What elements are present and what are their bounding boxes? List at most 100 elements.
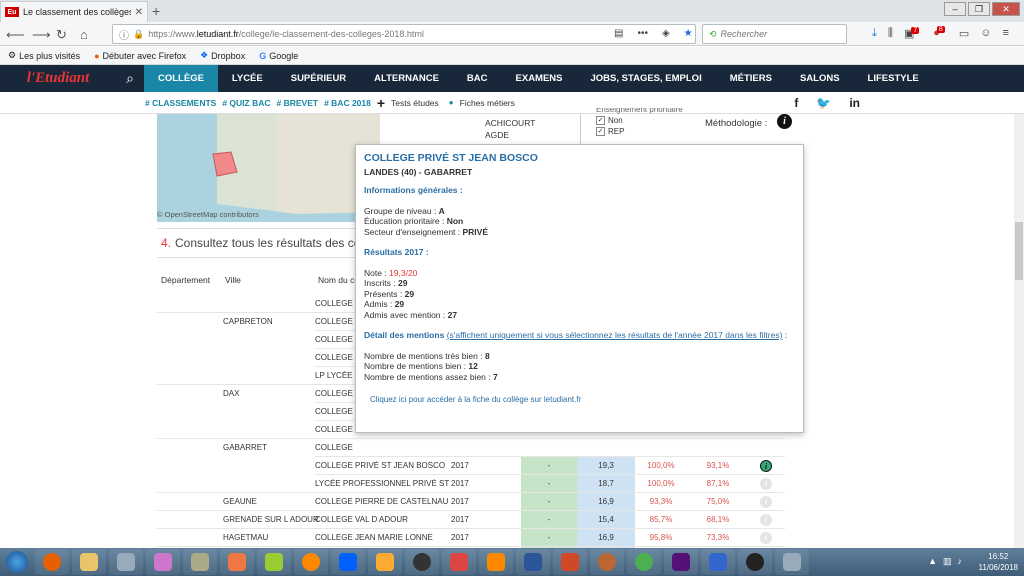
table-row[interactable]: GRENADE SUR L ADOUR COLLEGE VAL D ADOUR 20… <box>157 511 785 529</box>
map[interactable] <box>157 114 380 222</box>
site-info-icon[interactable]: ⓘ <box>119 27 129 42</box>
search-input[interactable] <box>720 29 831 39</box>
row-info-icon[interactable]: i <box>760 514 772 526</box>
site-logo[interactable]: l'Etudiant <box>0 65 116 92</box>
taskbar-app-4[interactable] <box>146 549 180 575</box>
taskbar-app-10[interactable] <box>368 549 402 575</box>
home-icon[interactable]: ⌂ <box>80 27 88 42</box>
bookmark-google[interactable]: G Google <box>259 51 298 61</box>
row-info-icon[interactable]: i <box>760 496 772 508</box>
taskbar-app-20[interactable] <box>738 549 772 575</box>
nav-jobs[interactable]: JOBS, STAGES, EMPLOI <box>577 65 716 92</box>
extension-icon-2[interactable]: ●8 <box>933 26 948 40</box>
library-icon[interactable]: ⫼ <box>888 27 893 40</box>
taskbar-app-6[interactable] <box>220 549 254 575</box>
nav-lifestyle[interactable]: LIFESTYLE <box>854 65 933 92</box>
popup-footer-link[interactable]: Cliquez ici pour accéder à la fiche du c… <box>370 395 795 406</box>
bookmark-dropbox[interactable]: ❖ Dropbox <box>200 50 245 61</box>
nav-lycee[interactable]: LYCÉE <box>218 65 277 92</box>
facebook-icon[interactable]: f <box>794 96 798 110</box>
taskbar-app-21[interactable] <box>775 549 809 575</box>
subnav-brevet[interactable]: # BREVET <box>277 98 319 108</box>
volume-icon[interactable]: ♪ <box>958 556 963 567</box>
menu-icon[interactable]: ≡ <box>1002 27 1008 40</box>
tab-close-icon[interactable]: ✕ <box>135 7 143 18</box>
filter-option[interactable]: ✓ Non <box>596 115 683 126</box>
taskbar-firefox[interactable] <box>35 549 69 575</box>
close-window-icon[interactable]: ✕ <box>992 2 1020 16</box>
nav-alternance[interactable]: ALTERNANCE <box>360 65 453 92</box>
nav-salons[interactable]: SALONS <box>786 65 854 92</box>
subnav-bac-2018[interactable]: # BAC 2018 <box>324 98 371 108</box>
table-row[interactable]: GEAUNE COLLEGE PIERRE DE CASTELNAU 2017 -16… <box>157 493 785 511</box>
taskbar-word[interactable] <box>516 549 550 575</box>
row-info-icon[interactable]: i <box>760 460 772 472</box>
taskbar-app-16[interactable] <box>590 549 624 575</box>
checkbox-checked-icon[interactable]: ✓ <box>596 116 605 126</box>
page-actions-icon[interactable]: ••• <box>637 28 648 39</box>
bookmark-star-icon[interactable]: ★ <box>684 28 693 39</box>
url-bar[interactable]: ⓘ 🔒 https://www. letudiant.fr/college/le-… <box>112 24 696 44</box>
col-header-departement[interactable]: Département <box>161 275 210 285</box>
subnav-fiches[interactable]: Fiches métiers <box>460 98 515 108</box>
table-row[interactable]: COLLEGE PRIVÉ ST JEAN BOSCO 2017 -19,3 100,… <box>157 457 785 475</box>
search-engine-icon[interactable]: ⟲ <box>709 29 717 40</box>
forward-icon[interactable]: ⟶ <box>32 27 51 43</box>
taskbar-explorer[interactable] <box>72 549 106 575</box>
search-bar[interactable]: ⟲ <box>702 24 847 44</box>
town-item[interactable]: ACHICOURT <box>485 117 535 129</box>
scrollbar-thumb[interactable] <box>1015 222 1023 280</box>
plus-icon[interactable]: + <box>377 95 385 111</box>
extension-icon-1[interactable]: ▣7 <box>904 27 922 40</box>
nav-metiers[interactable]: MÉTIERS <box>716 65 786 92</box>
nav-superieur[interactable]: SUPÉRIEUR <box>277 65 360 92</box>
bookmark-firefox[interactable]: ● Débuter avec Firefox <box>94 51 186 61</box>
filter-option[interactable]: ✓ REP <box>596 126 683 137</box>
taskbar-app-3[interactable] <box>109 549 143 575</box>
taskbar-chrome[interactable] <box>627 549 661 575</box>
page-scrollbar[interactable] <box>1014 114 1024 548</box>
linkedin-icon[interactable]: in <box>849 96 860 110</box>
taskbar-app-12[interactable] <box>442 549 476 575</box>
start-button[interactable] <box>2 549 32 575</box>
bookmark-most-visited[interactable]: ⚙ Les plus visités <box>8 50 80 61</box>
detail-note-link[interactable]: (s'affichent uniquement si vous sélectio… <box>447 330 783 340</box>
reload-icon[interactable]: ↻ <box>56 27 67 43</box>
network-icon[interactable]: ▥ <box>943 556 952 567</box>
taskbar-app-18[interactable] <box>664 549 698 575</box>
taskbar-app-8[interactable] <box>294 549 328 575</box>
download-icon[interactable]: ⤓ <box>872 27 877 40</box>
minimize-icon[interactable]: – <box>944 2 966 16</box>
checkbox-checked-icon[interactable]: ✓ <box>596 127 605 137</box>
table-row[interactable]: GABARRET COLLEGE <box>157 439 785 457</box>
table-row[interactable]: HAGETMAU COLLEGE JEAN MARIE LONNE 2017 -16,… <box>157 529 785 547</box>
tray-expand-icon[interactable]: ▲ <box>928 556 937 567</box>
methodology-info-icon[interactable]: i <box>777 114 792 129</box>
maximize-icon[interactable]: ❐ <box>968 2 990 16</box>
subnav-classements[interactable]: # CLASSEMENTS <box>145 98 216 108</box>
subnav-quiz-bac[interactable]: # QUIZ BAC <box>222 98 270 108</box>
row-info-icon[interactable]: i <box>760 532 772 544</box>
taskbar-powerpoint[interactable] <box>553 549 587 575</box>
taskbar-dropbox[interactable] <box>331 549 365 575</box>
taskbar-app-11[interactable] <box>405 549 439 575</box>
sync-icon[interactable]: ☺ <box>980 27 991 40</box>
taskbar-app-7[interactable] <box>257 549 291 575</box>
map-highlight-landes[interactable] <box>212 151 238 177</box>
town-item[interactable]: AGDE <box>485 129 535 141</box>
search-icon[interactable]: ⌕ <box>116 70 144 87</box>
taskbar-vlc[interactable] <box>479 549 513 575</box>
taskbar-clock[interactable]: 16:52 11/06/2018 <box>979 551 1018 573</box>
browser-tab[interactable]: Eu Le classement des collèges 2018 ... ✕ <box>0 1 148 22</box>
pocket-icon[interactable]: ◈ <box>662 28 670 39</box>
taskbar-app-19[interactable] <box>701 549 735 575</box>
reader-view-icon[interactable]: ▤ <box>614 28 623 39</box>
nav-college[interactable]: COLLÈGE <box>144 65 218 92</box>
row-info-icon[interactable]: i <box>760 478 772 490</box>
col-header-ville[interactable]: Ville <box>225 275 241 285</box>
nav-bac[interactable]: BAC <box>453 65 502 92</box>
col-header-nom[interactable]: Nom du co <box>318 275 359 285</box>
nav-examens[interactable]: EXAMENS <box>502 65 577 92</box>
map-credit[interactable]: © OpenStreetMap contributors <box>157 210 259 219</box>
taskbar-app-5[interactable] <box>183 549 217 575</box>
